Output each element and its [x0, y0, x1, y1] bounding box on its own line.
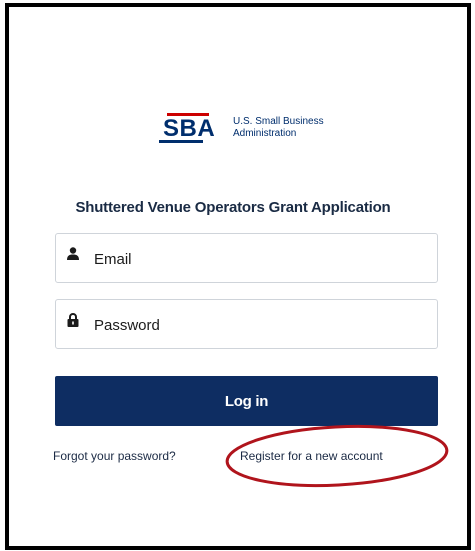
logo-mark-text: SBA: [163, 115, 216, 142]
login-button[interactable]: Log in: [55, 376, 438, 426]
sba-logo: SBA U.S. Small Business Administration: [157, 113, 343, 143]
logo-agency-name: U.S. Small Business Administration: [233, 116, 343, 140]
user-icon: [67, 247, 79, 260]
logo-name-line1: U.S. Small Business: [233, 116, 324, 127]
logo-name-line2: Administration: [233, 128, 297, 139]
email-input[interactable]: [94, 247, 424, 271]
lock-icon: [67, 313, 79, 327]
register-link[interactable]: Register for a new account: [240, 449, 383, 463]
password-input[interactable]: [94, 313, 424, 337]
page-title: Shuttered Venue Operators Grant Applicat…: [75, 199, 391, 216]
sba-logo-mark: SBA: [157, 113, 225, 143]
forgot-password-link[interactable]: Forgot your password?: [53, 449, 176, 463]
logo-underline-bar: [159, 140, 203, 143]
email-field[interactable]: [55, 233, 438, 283]
password-field[interactable]: [55, 299, 438, 349]
